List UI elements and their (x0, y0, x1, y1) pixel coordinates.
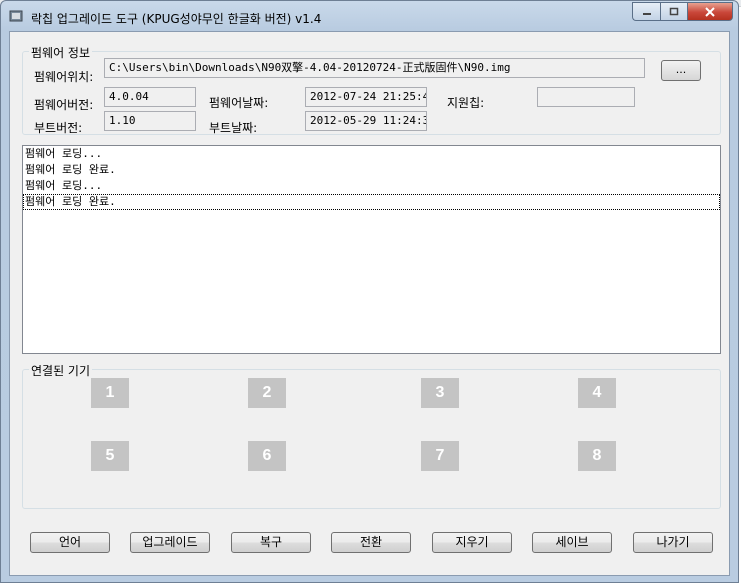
log-item-selected[interactable]: 펌웨어 로딩 완료. (23, 194, 720, 210)
device-slot-1[interactable]: 1 (91, 378, 129, 408)
firmware-location-field[interactable]: C:\Users\bin\Downloads\N90双擎-4.04-201207… (104, 58, 645, 78)
app-window: 락칩 업그레이드 도구 (KPUG성야무인 한글화 버전) v1.4 펌웨어 정… (0, 0, 739, 583)
maximize-button[interactable] (660, 2, 687, 21)
log-item[interactable]: 펌웨어 로딩... (23, 146, 720, 162)
app-icon (8, 8, 24, 24)
minimize-icon (642, 12, 651, 15)
device-slot-6[interactable]: 6 (248, 441, 286, 471)
boot-version-label: 부트버전: (34, 121, 83, 135)
close-icon (705, 6, 715, 17)
device-slot-2[interactable]: 2 (248, 378, 286, 408)
exit-button[interactable]: 나가기 (633, 532, 713, 553)
log-list[interactable]: 펌웨어 로딩... 펌웨어 로딩 완료. 펌웨어 로딩... 펌웨어 로딩 완료… (22, 145, 721, 354)
boot-date-label: 부트날짜: (209, 121, 258, 135)
boot-version-field: 1.10 (104, 111, 196, 131)
device-slot-5[interactable]: 5 (91, 441, 129, 471)
client-area: 펌웨어 정보 펌웨어위치: C:\Users\bin\Downloads\N90… (9, 31, 730, 576)
firmware-info-group-label: 펌웨어 정보 (29, 44, 93, 61)
device-slot-3[interactable]: 3 (421, 378, 459, 408)
title-bar[interactable]: 락칩 업그레이드 도구 (KPUG성야무인 한글화 버전) v1.4 (1, 1, 738, 31)
minimize-button[interactable] (632, 2, 660, 21)
upgrade-button[interactable]: 업그레이드 (130, 532, 210, 553)
caption-buttons (632, 2, 733, 22)
connected-devices-group-label: 연결된 기기 (29, 362, 93, 379)
firmware-version-field: 4.0.04 (104, 87, 196, 107)
device-slot-7[interactable]: 7 (421, 441, 459, 471)
maximize-icon (669, 7, 679, 15)
chip-field (537, 87, 635, 107)
window-title: 락칩 업그레이드 도구 (KPUG성야무인 한글화 버전) v1.4 (31, 12, 322, 26)
switch-button[interactable]: 전환 (331, 532, 411, 553)
firmware-location-label: 펌웨어위치: (34, 70, 94, 84)
log-item[interactable]: 펌웨어 로딩 완료. (23, 162, 720, 178)
firmware-version-label: 펌웨어버전: (34, 98, 94, 112)
save-button[interactable]: 세이브 (532, 532, 612, 553)
restore-button[interactable]: 복구 (231, 532, 311, 553)
erase-button[interactable]: 지우기 (432, 532, 512, 553)
chip-label: 지원칩: (447, 96, 485, 110)
boot-date-field: 2012-05-29 11:24:36 (305, 111, 427, 131)
log-item[interactable]: 펌웨어 로딩... (23, 178, 720, 194)
close-button[interactable] (687, 2, 733, 21)
language-button[interactable]: 언어 (30, 532, 110, 553)
device-slot-8[interactable]: 8 (578, 441, 616, 471)
firmware-date-label: 펌웨어날짜: (209, 96, 269, 110)
browse-button[interactable]: ... (661, 60, 701, 81)
firmware-date-field: 2012-07-24 21:25:47 (305, 87, 427, 107)
device-slot-4[interactable]: 4 (578, 378, 616, 408)
